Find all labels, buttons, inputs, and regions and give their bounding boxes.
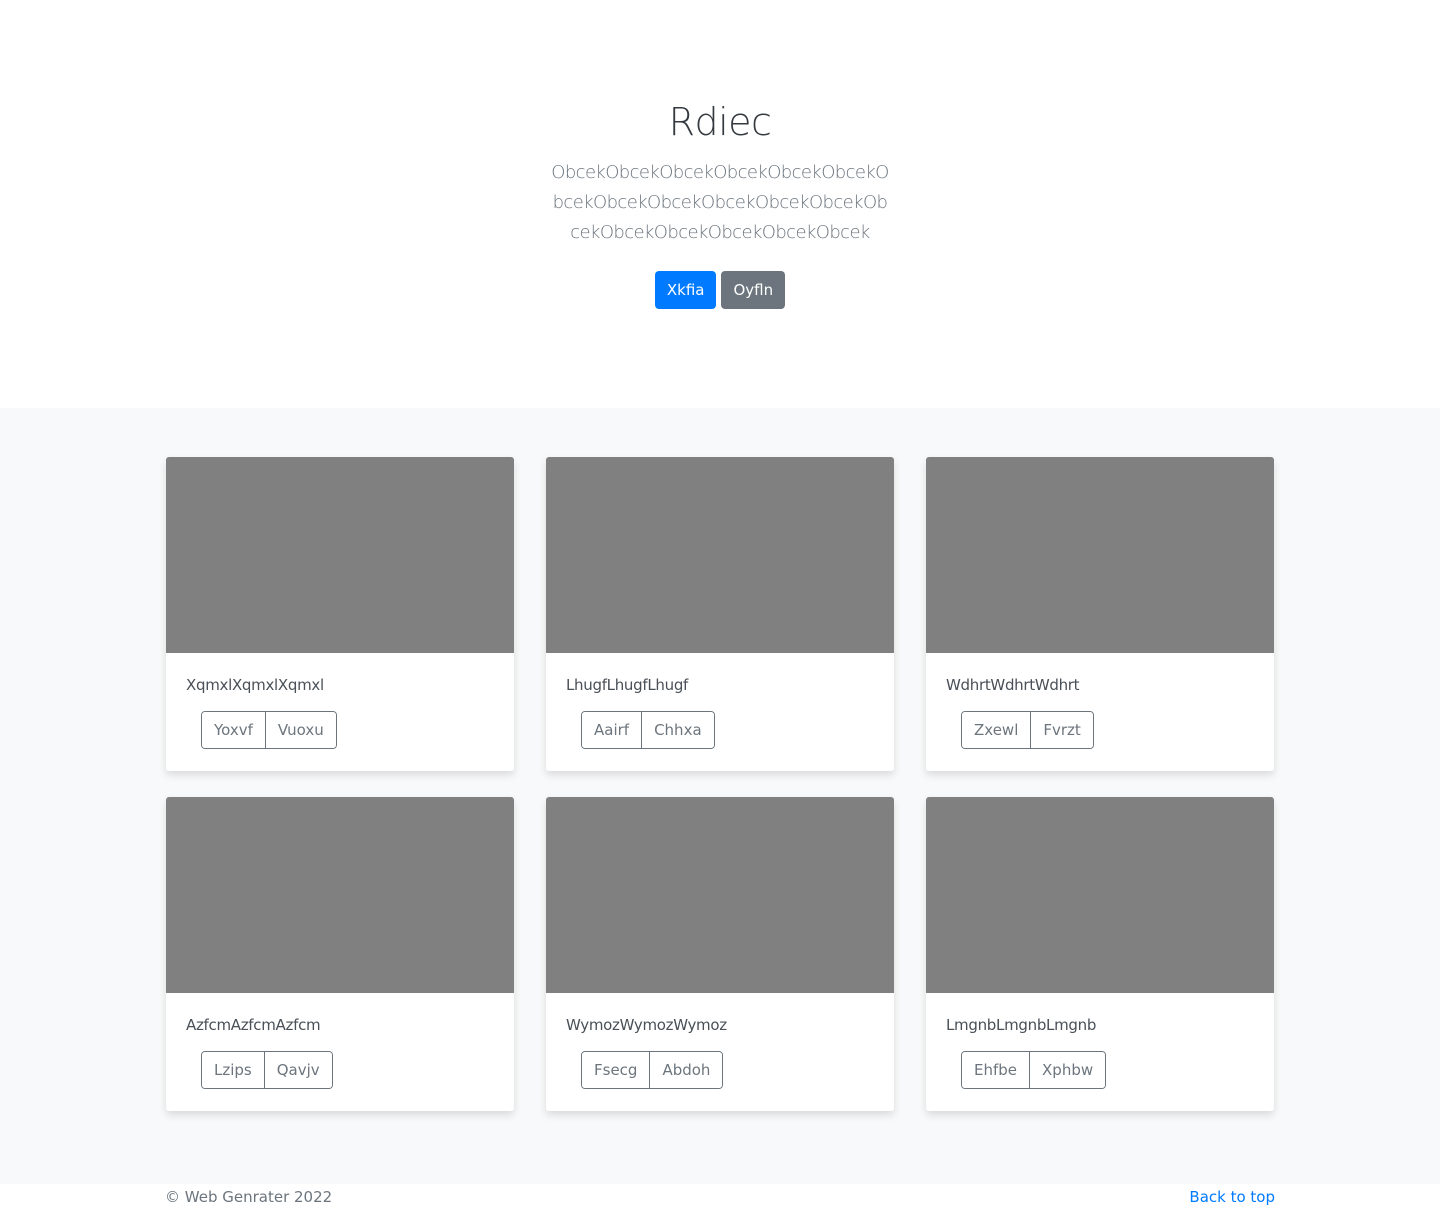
card-button-group: Fsecg Abdoh <box>581 1051 724 1089</box>
card-button-group: Zxewl Fvrzt <box>961 711 1094 749</box>
card-button[interactable]: Xphbw <box>1029 1052 1106 1088</box>
card-thumbnail <box>546 797 894 993</box>
card-button[interactable]: Yoxvf <box>202 712 265 748</box>
back-to-top-link[interactable]: Back to top <box>1189 1188 1275 1206</box>
card-text: LhugfLhugfLhugf <box>566 676 689 694</box>
card-button-group: Yoxvf Vuoxu <box>201 711 337 749</box>
hero: Rdiec ObcekObcekObcekObcekObcekObcekObce… <box>0 0 1440 408</box>
hero-title: Rdiec <box>668 100 772 144</box>
card-button[interactable]: Fsecg <box>582 1052 650 1088</box>
card-text: WymozWymozWymoz <box>566 1016 727 1034</box>
card-button[interactable]: Abdoh <box>649 1052 723 1088</box>
hero-lead: ObcekObcekObcekObcekObcekObcekObcekObcek… <box>551 162 889 243</box>
card-thumbnail <box>926 797 1274 993</box>
card-thumbnail <box>926 457 1274 653</box>
card-text: LmgnbLmgnbLmgnb <box>946 1016 1097 1034</box>
primary-button[interactable]: Xkfia <box>654 271 717 309</box>
card-button[interactable]: Chhxa <box>641 712 714 748</box>
card-button[interactable]: Fvrzt <box>1030 712 1093 748</box>
card-thumbnail <box>166 457 514 653</box>
card-thumbnail <box>166 797 514 993</box>
card-button[interactable]: Vuoxu <box>264 712 336 748</box>
album: XqmxlXqmxlXqmxl Yoxvf Vuoxu LhugfLhugfLhu… <box>0 408 1440 1184</box>
footer: © Web Genrater 2022 Back to top <box>165 1184 1275 1206</box>
card: WdhrtWdhrtWdhrt Zxewl Fvrzt <box>926 457 1274 771</box>
card-button[interactable]: Ehfbe <box>962 1052 1030 1088</box>
card: LhugfLhugfLhugf Aairf Chhxa <box>546 457 894 771</box>
copyright: © Web Genrater 2022 <box>165 1188 333 1206</box>
card-button[interactable]: Aairf <box>582 712 642 748</box>
card-text: AzfcmAzfcmAzfcm <box>186 1016 321 1034</box>
card-button[interactable]: Qavjv <box>263 1052 332 1088</box>
card-thumbnail <box>546 457 894 653</box>
card-button-group: Ehfbe Xphbw <box>961 1051 1107 1089</box>
card-text: XqmxlXqmxlXqmxl <box>186 676 324 694</box>
card-button-group: Lzips Qavjv <box>201 1051 333 1089</box>
card: AzfcmAzfcmAzfcm Lzips Qavjv <box>166 797 514 1111</box>
card-button-group: Aairf Chhxa <box>581 711 715 749</box>
card: LmgnbLmgnbLmgnb Ehfbe Xphbw <box>926 797 1274 1111</box>
card: WymozWymozWymoz Fsecg Abdoh <box>546 797 894 1111</box>
secondary-button[interactable]: Oyfln <box>721 271 786 309</box>
card-button[interactable]: Zxewl <box>962 712 1031 748</box>
card: XqmxlXqmxlXqmxl Yoxvf Vuoxu <box>166 457 514 771</box>
card-text: WdhrtWdhrtWdhrt <box>946 676 1080 694</box>
card-button[interactable]: Lzips <box>202 1052 264 1088</box>
